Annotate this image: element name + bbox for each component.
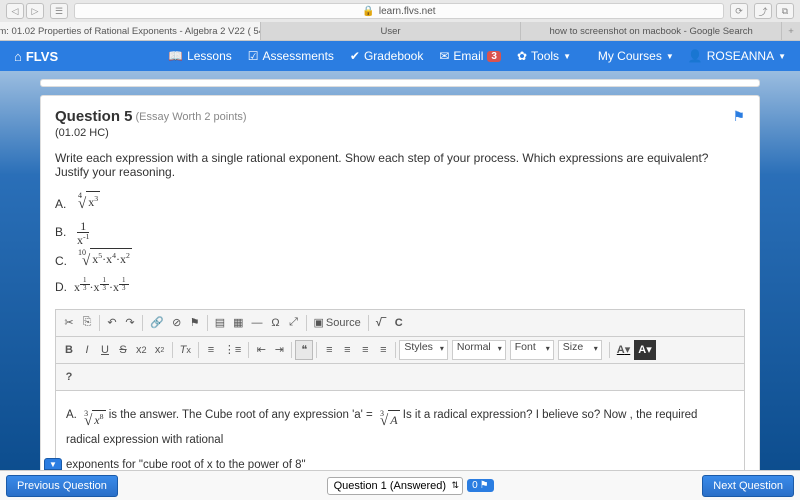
removeformat-button[interactable]: Tx <box>176 340 195 360</box>
home-icon: ⌂ <box>14 49 22 64</box>
align-center-button[interactable]: ≡ <box>338 340 356 360</box>
chevron-down-icon: ▼ <box>778 52 786 61</box>
italic-button[interactable]: I <box>78 340 96 360</box>
app-navbar: ⌂ FLVS 📖Lessons ☑Assessments ✔Gradebook … <box>0 41 800 71</box>
strike-button[interactable]: S <box>114 340 132 360</box>
question-code: (01.02 HC) <box>55 127 745 139</box>
indent-button[interactable]: ⇥ <box>270 340 288 360</box>
editor-toolbar-row1: ✂ ⎘ ↶ ↷ 🔗 ⊘ ⚑ ▤ ▦ — Ω ⤢ ▣ Source √‾ C <box>56 310 744 337</box>
nav-email[interactable]: ✉Email 3 <box>439 49 501 63</box>
browser-chrome: ◁ ▷ ☰ 🔒 learn.flvs.net ⟳ ⤴ ⧉ Exam: 01.02… <box>0 0 800 41</box>
source-button[interactable]: ▣ Source <box>310 313 365 333</box>
numlist-button[interactable]: ≡ <box>202 340 220 360</box>
textcolor-button[interactable]: A▾ <box>613 340 634 360</box>
question-prompt: Write each expression with a single rati… <box>55 151 745 179</box>
format-select[interactable]: Normal <box>452 340 506 360</box>
url-host: learn.flvs.net <box>379 6 436 17</box>
tabs-button[interactable]: ⧉ <box>776 3 794 19</box>
chevron-down-icon: ▼ <box>666 52 674 61</box>
back-button[interactable]: ◁ <box>6 3 24 19</box>
outdent-button[interactable]: ⇤ <box>252 340 270 360</box>
sidebar-button[interactable]: ☰ <box>50 3 68 19</box>
choice-a: A. 4√x3 <box>55 191 745 218</box>
editor-toolbar-row3: ? <box>56 364 744 391</box>
styles-select[interactable]: Styles <box>399 340 448 360</box>
page-body: Question 5 (Essay Worth 2 points) ⚑ (01.… <box>0 71 800 471</box>
forward-button[interactable]: ▷ <box>26 3 44 19</box>
undo-button[interactable]: ↶ <box>103 313 121 333</box>
sqrt-button[interactable]: √‾ <box>372 313 390 333</box>
user-icon: 👤 <box>688 49 703 63</box>
nav-user[interactable]: 👤ROSEANNA ▼ <box>688 49 786 63</box>
next-question-button[interactable]: Next Question <box>702 475 794 497</box>
bottom-bar: Previous Question Question 1 (Answered) … <box>0 470 800 500</box>
hr-button[interactable]: — <box>248 313 267 333</box>
mail-icon: ✉ <box>439 49 449 63</box>
superscript-button[interactable]: x2 <box>151 340 169 360</box>
new-tab-button[interactable]: + <box>782 22 800 40</box>
align-justify-button[interactable]: ≡ <box>374 340 392 360</box>
nav-lessons[interactable]: 📖Lessons <box>168 49 232 63</box>
nav-gradebook[interactable]: ✔Gradebook <box>350 49 423 63</box>
choice-d: D. x13·x13·x13 <box>55 277 745 299</box>
editor-content[interactable]: A. 3√x8 is the answer. The Cube root of … <box>56 391 744 471</box>
tab-strip: Exam: 01.02 Properties of Rational Expon… <box>0 22 800 40</box>
clipboard-icon: ☑ <box>248 49 259 63</box>
bold-button[interactable]: B <box>60 340 78 360</box>
chevron-down-icon: ▼ <box>563 52 571 61</box>
url-bar[interactable]: 🔒 learn.flvs.net <box>74 3 724 19</box>
brand-text: FLVS <box>26 49 58 64</box>
gear-icon: ✿ <box>517 49 527 63</box>
email-badge: 3 <box>487 51 501 62</box>
flag-count-badge[interactable]: 0 ⚑ <box>467 479 494 492</box>
clear-button[interactable]: C <box>390 313 408 333</box>
unlink-button[interactable]: ⊘ <box>168 313 186 333</box>
tab-user[interactable]: User <box>261 22 522 40</box>
brand-link[interactable]: ⌂ FLVS <box>14 49 58 64</box>
top-panel-sliver <box>40 79 760 87</box>
underline-button[interactable]: U <box>96 340 114 360</box>
align-left-button[interactable]: ≡ <box>320 340 338 360</box>
image-button[interactable]: ▤ <box>211 313 229 333</box>
nav-assessments[interactable]: ☑Assessments <box>248 49 334 63</box>
nav-my-courses[interactable]: My Courses ▼ <box>598 49 674 63</box>
expand-button[interactable]: ⤢ <box>285 313 303 333</box>
size-select[interactable]: Size <box>558 340 602 360</box>
book-icon: 📖 <box>168 49 183 63</box>
link-button[interactable]: 🔗 <box>146 313 168 333</box>
question-panel: Question 5 (Essay Worth 2 points) ⚑ (01.… <box>40 95 760 471</box>
answer-choices: A. 4√x3 B. 1x-1 C. 10√x5·x4·x2 D. x13·x1… <box>55 191 745 299</box>
copy-button[interactable]: ⎘ <box>78 313 96 333</box>
choice-c: C. 10√x5·x4·x2 <box>55 248 745 275</box>
previous-question-button[interactable]: Previous Question <box>6 475 118 497</box>
choice-b: B. 1x-1 <box>55 220 745 246</box>
check-icon: ✔ <box>350 49 360 63</box>
collapse-prev-toggle[interactable]: ▼ <box>44 458 62 470</box>
cut-button[interactable]: ✂ <box>60 313 78 333</box>
redo-button[interactable]: ↷ <box>121 313 139 333</box>
tab-search[interactable]: how to screenshot on macbook - Google Se… <box>521 22 782 40</box>
nav-tools[interactable]: ✿Tools ▼ <box>517 49 571 63</box>
lock-icon: 🔒 <box>362 6 374 17</box>
flag-button-editor[interactable]: ⚑ <box>186 313 204 333</box>
question-selector[interactable]: Question 1 (Answered) <box>327 477 464 495</box>
font-select[interactable]: Font <box>510 340 554 360</box>
blockquote-button[interactable]: ❝ <box>295 340 313 360</box>
bulletlist-button[interactable]: ⋮≡ <box>220 340 245 360</box>
editor-toolbar-row2: B I U S x2 x2 Tx ≡ ⋮≡ ⇤ ⇥ ❝ ≡ ≡ ≡ ≡ <box>56 337 744 364</box>
rich-text-editor: ✂ ⎘ ↶ ↷ 🔗 ⊘ ⚑ ▤ ▦ — Ω ⤢ ▣ Source √‾ C <box>55 309 745 471</box>
help-button[interactable]: ? <box>60 367 78 387</box>
reload-button[interactable]: ⟳ <box>730 3 748 19</box>
table-button[interactable]: ▦ <box>229 313 247 333</box>
flag-button[interactable]: ⚑ <box>732 108 745 125</box>
tab-exam[interactable]: Exam: 01.02 Properties of Rational Expon… <box>0 22 261 40</box>
bgcolor-button[interactable]: A▾ <box>634 340 655 360</box>
omega-button[interactable]: Ω <box>267 313 285 333</box>
share-button[interactable]: ⤴ <box>754 3 772 19</box>
align-right-button[interactable]: ≡ <box>356 340 374 360</box>
question-points: (Essay Worth 2 points) <box>136 111 247 123</box>
subscript-button[interactable]: x2 <box>132 340 151 360</box>
question-title: Question 5 <box>55 108 133 125</box>
